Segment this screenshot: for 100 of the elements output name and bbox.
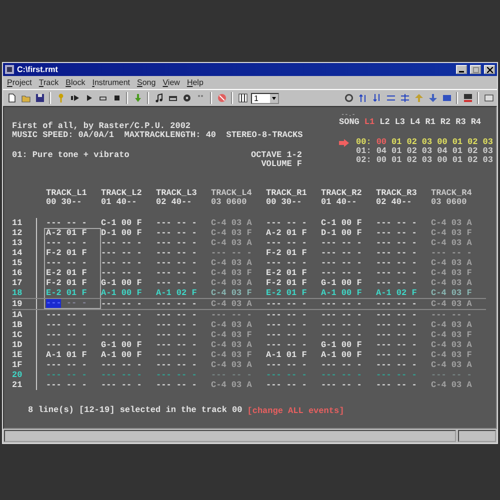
song-pattern-number[interactable]: 00 (376, 156, 387, 165)
line-number: 16 (12, 268, 37, 278)
event-cell-text: --- -- - (375, 320, 418, 330)
song-pattern-number[interactable]: 01 (452, 156, 463, 165)
event-cell-text: C-4 03 A (210, 380, 253, 390)
song-pattern-number[interactable]: 01 (392, 156, 402, 165)
event-cell-text: --- -- - (375, 258, 418, 268)
song-pattern-number[interactable]: 02 (406, 138, 417, 147)
song-pattern-number[interactable]: 02 (468, 156, 478, 165)
song-pattern-number[interactable]: 02 (406, 156, 417, 165)
menu-item[interactable]: Help (186, 78, 204, 87)
song-pattern-number[interactable]: 01 (392, 147, 402, 156)
event-cell-text: --- -- - (265, 340, 308, 350)
event-cell-text: --- -- - (155, 248, 198, 258)
song-pattern-number[interactable]: 01 (452, 147, 463, 156)
song-pattern-number[interactable]: 04 (376, 147, 387, 156)
line-number: 20 (12, 370, 37, 380)
event-cell-text: A-1 01 F (265, 350, 308, 360)
event-cell-text: --- -- - (100, 330, 143, 340)
song-pattern-number[interactable]: 02 (468, 147, 478, 156)
event-cell-text: --- -- - (375, 350, 418, 360)
line-number: 1F (12, 360, 37, 370)
menu-item[interactable]: View (162, 78, 180, 87)
song-channel[interactable]: L4 (410, 118, 420, 127)
event-cell-text: --- -- - (375, 330, 418, 340)
event-cell-text: --- -- - (155, 350, 198, 360)
event-cell-text: --- -- - (210, 310, 253, 320)
song-channel[interactable]: L3 (394, 118, 406, 127)
track-name[interactable]: TRACK_L2 (101, 189, 156, 198)
event-cell: F-2 01 F (44, 278, 101, 288)
track-name[interactable]: TRACK_L4 (211, 189, 266, 198)
line-number: 1B (12, 320, 37, 330)
song-pattern-number[interactable]: 03 (422, 147, 432, 156)
event-cell-text: --- -- - (100, 299, 143, 309)
event-cell-text: A-1 00 F (100, 288, 143, 298)
song-pattern-number[interactable]: 01 (392, 138, 402, 147)
menu-item[interactable]: Instrument (92, 78, 130, 87)
event-cell-text: --- -- - (100, 360, 143, 370)
song-channel[interactable]: L2 (380, 118, 390, 127)
song-pattern-number[interactable]: 03 (482, 156, 493, 165)
event-cell-text: A-2 01 F (265, 228, 308, 238)
song-channel[interactable]: R3 (456, 118, 466, 127)
event-cell-text: C-4 03 F (210, 268, 253, 278)
event-cell-text: C-4 03 F (210, 330, 253, 340)
line-number: 17 (12, 278, 37, 288)
song-pattern-number[interactable]: 03 (422, 138, 432, 147)
event-cell-text: --- -- - (375, 278, 418, 288)
song-channel[interactable]: R1 (425, 118, 436, 127)
song-pattern-number[interactable]: 04 (437, 147, 448, 156)
line-number: 1C (12, 330, 37, 340)
song-pattern-number[interactable]: 00 (437, 138, 448, 147)
event-cell-text: C-4 03 A (430, 360, 473, 370)
track-info: 03 0600 (211, 198, 248, 207)
event-cell-text: C-4 03 A (430, 340, 473, 350)
song-pattern-number[interactable]: 02 (468, 138, 478, 147)
event-cell-text: A-1 00 F (100, 350, 143, 360)
track-name[interactable]: TRACK_R2 (321, 189, 376, 198)
menu-item[interactable]: Track (38, 78, 59, 87)
song-channel[interactable]: R2 (440, 118, 451, 127)
event-cell-text: --- -- - (155, 268, 198, 278)
menu-item[interactable]: Block (66, 78, 86, 87)
event-cell-text: --- -- - (430, 310, 473, 320)
track-name[interactable]: TRACK_L1 (46, 189, 101, 198)
song-pattern-number[interactable]: 01 (452, 138, 463, 147)
menu-item[interactable]: Project (7, 78, 32, 87)
track-name[interactable]: TRACK_R3 (376, 189, 431, 198)
event-cell-text: C-4 03 F (430, 228, 473, 238)
event-cell-text: --- -- - (320, 258, 363, 268)
event-cell-text: --- -- - (375, 370, 418, 380)
octave-select[interactable]: 1 (251, 92, 279, 104)
event-cell-text: --- -- - (45, 370, 88, 380)
song-channel[interactable]: R4 (470, 118, 482, 127)
track-name[interactable]: TRACK_R4 (431, 189, 486, 198)
menu-item[interactable]: Song (137, 78, 156, 87)
track-info: 00 30-- (46, 198, 83, 207)
song-pattern-number[interactable]: 03 (482, 138, 493, 147)
event-cell-text: --- -- - (265, 310, 308, 320)
event-cell-text: --- -- - (155, 218, 198, 228)
event-cell-text: --- -- - (320, 238, 363, 248)
event-cell-text: C-4 03 A (430, 320, 473, 330)
event-cell: F-2 01 F (44, 248, 101, 258)
event-cell-text: --- -- - (320, 248, 363, 258)
event-cell-text: --- -- - (320, 380, 363, 390)
track-name[interactable]: TRACK_L3 (156, 189, 211, 198)
song-pattern-number[interactable]: 03 (482, 147, 493, 156)
line-number: 1E (12, 350, 37, 360)
event-cell-text: --- -- - (45, 380, 88, 390)
event-cell-text: --- -- - (100, 248, 143, 258)
track-name[interactable]: TRACK_R1 (266, 189, 321, 198)
event-cell-text: --- -- - (155, 238, 198, 248)
track-info: 01 40-- (321, 198, 358, 207)
event-cell-text: --- -- - (320, 320, 363, 330)
song-label: SONG (339, 118, 360, 127)
event-cell-text: --- -- - (100, 370, 143, 380)
song-pattern-number[interactable]: 00 (437, 156, 448, 165)
song-pattern-number[interactable]: 03 (422, 156, 432, 165)
song-pattern-number[interactable]: 02 (406, 147, 417, 156)
event-cell-text: --- -- - (375, 268, 418, 278)
event-cell-text: --- -- - (265, 238, 308, 248)
event-cell-text: --- -- - (265, 330, 308, 340)
